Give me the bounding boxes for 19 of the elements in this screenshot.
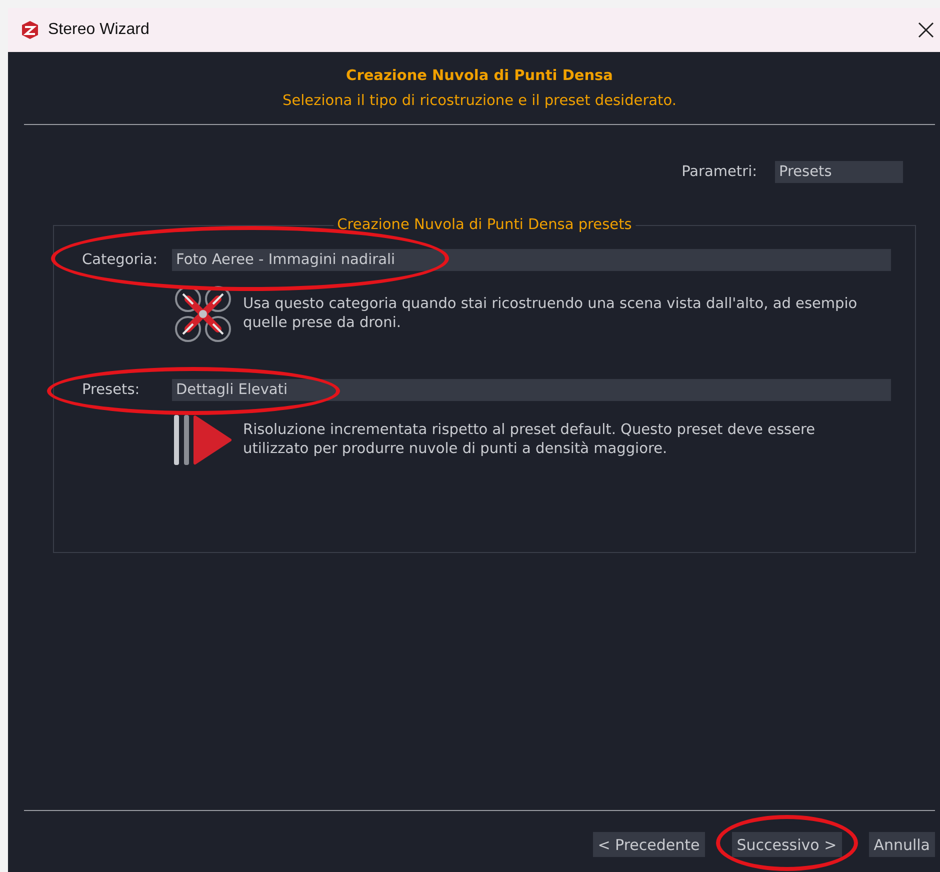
window-title: Stereo Wizard (48, 21, 150, 39)
drone-icon (174, 285, 232, 343)
step-title: Creazione Nuvola di Punti Densa (346, 68, 613, 84)
field-label: Presets: (82, 382, 141, 398)
wizard-button[interactable]: Successivo > (732, 832, 842, 857)
preset-dropdown[interactable]: Dettagli Elevati (172, 379, 891, 401)
wizard-button[interactable]: < Precedente (592, 832, 705, 857)
cube-logo-icon (20, 20, 40, 40)
close-icon[interactable] (918, 22, 934, 38)
description-text: Usa questo categoria quando stai ricostruendo una scena vista dall'alto, ad esempio quelle prese da droni. (243, 295, 858, 333)
parameters-dropdown[interactable]: Presets (775, 161, 903, 183)
description-text: Risoluzione incrementata rispetto al preset default. Questo preset deve essere utilizzato per produrre nuvole di punti a densità maggiore. (243, 421, 816, 459)
parameters-label: Parametri: (682, 164, 757, 180)
wizard-button[interactable]: Annulla (868, 832, 935, 857)
preset-dropdown[interactable]: Foto Aeree - Immagini nadirali (172, 249, 891, 271)
play-bars-icon (174, 415, 232, 465)
group-title: Creazione Nuvola di Punti Densa presets (333, 217, 636, 233)
step-subtitle: Seleziona il tipo di ricostruzione e il preset desiderato. (282, 93, 676, 109)
field-label: Categoria: (82, 252, 158, 268)
